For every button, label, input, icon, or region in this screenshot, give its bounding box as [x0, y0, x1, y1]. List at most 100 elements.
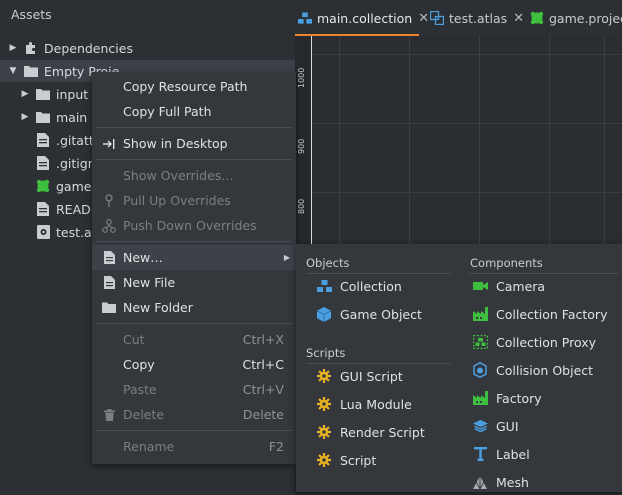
new-item-label: Lua Module: [340, 396, 412, 412]
gui-layers-icon: [472, 418, 488, 434]
file-icon: [36, 133, 50, 147]
menu-separator: [96, 127, 292, 128]
assets-title: Assets: [11, 7, 52, 22]
push-down-icon: [102, 218, 116, 233]
submenu-arrow-icon: ▶: [283, 253, 290, 262]
menu-item-copy-full-path[interactable]: Copy Full Path: [92, 99, 296, 124]
new-item-label: Collection Proxy: [496, 334, 597, 350]
new-item-label: GUI: [496, 418, 519, 434]
menu-item-copy[interactable]: Copy Ctrl+C: [92, 352, 296, 377]
folder-icon: [24, 64, 38, 78]
factory-icon: [472, 390, 488, 406]
expand-arrow-icon[interactable]: ▶: [20, 112, 30, 122]
new-collision-object-item[interactable]: Collision Object: [472, 357, 593, 383]
menu-item-paste: Paste Ctrl+V: [92, 377, 296, 402]
menu-item-label: Copy Full Path: [123, 104, 212, 119]
tree-item-test-appmanifest[interactable]: test.ap: [36, 221, 100, 243]
atlas-icon: [430, 11, 444, 25]
tab-label: main.collection: [317, 10, 413, 26]
new-label-item[interactable]: Label: [472, 441, 530, 467]
grid-line: [295, 192, 622, 193]
new-item-label: Collection Factory: [496, 306, 608, 322]
menu-separator: [96, 241, 292, 242]
tab-main-collection[interactable]: main.collection ✕: [298, 0, 429, 36]
menu-item-shortcut: Delete: [242, 407, 284, 422]
new-camera-item[interactable]: Camera: [472, 273, 545, 299]
new-gui-item[interactable]: GUI: [472, 413, 519, 439]
menu-item-show-overrides: Show Overrides…: [92, 163, 296, 188]
new-collection-factory-item[interactable]: Collection Factory: [472, 301, 607, 327]
grid-line: [549, 36, 550, 244]
game-project-icon: [36, 179, 50, 193]
new-item-label: Camera: [496, 278, 546, 294]
new-game-object-item[interactable]: Game Object: [316, 301, 422, 327]
menu-item-label: Delete: [123, 407, 165, 422]
grid-line: [409, 36, 410, 244]
tab-bar: main.collection ✕ test.atlas ✕ game.proj…: [295, 0, 622, 36]
menu-item-label: Pull Up Overrides: [123, 193, 231, 208]
menu-item-copy-resource-path[interactable]: Copy Resource Path: [92, 74, 296, 99]
close-icon[interactable]: ✕: [513, 11, 524, 26]
new-collection-proxy-item[interactable]: Collection Proxy: [472, 329, 596, 355]
tree-item-dependencies[interactable]: ▶ Dependencies: [8, 37, 133, 59]
tab-game-project[interactable]: game.project: [530, 0, 622, 36]
script-gear-icon: [316, 452, 332, 468]
menu-item-label: Push Down Overrides: [123, 218, 257, 233]
menu-item-shortcut: Ctrl+X: [242, 332, 284, 347]
manifest-icon: [36, 225, 50, 239]
new-lua-module-item[interactable]: Lua Module: [316, 391, 412, 417]
expand-arrow-icon[interactable]: ▶: [20, 89, 30, 99]
new-mesh-item[interactable]: Mesh: [472, 469, 529, 495]
file-icon: [36, 202, 50, 216]
menu-item-new-file[interactable]: New File: [92, 270, 296, 295]
menu-item-shortcut: F2: [268, 439, 284, 454]
new-item-label: Script: [340, 452, 377, 468]
menu-item-label: New File: [123, 275, 176, 290]
new-item-label: Game Object: [340, 306, 422, 322]
new-script-item[interactable]: Script: [316, 447, 376, 473]
label-text-icon: [472, 446, 488, 462]
menu-item-shortcut: Ctrl+C: [242, 357, 284, 372]
new-item-label: Collision Object: [496, 362, 594, 378]
tab-label: test.atlas: [449, 10, 508, 26]
scene-viewport[interactable]: 1000 900 800: [295, 36, 622, 244]
grid-line: [295, 54, 622, 55]
collection-icon: [298, 11, 312, 25]
tab-test-atlas[interactable]: test.atlas ✕: [430, 0, 524, 36]
new-render-script-item[interactable]: Render Script: [316, 419, 425, 445]
mesh-icon: [472, 474, 488, 490]
menu-item-cut: Cut Ctrl+X: [92, 327, 296, 352]
menu-item-new[interactable]: New… ▶: [92, 245, 296, 270]
menu-item-label: Paste: [123, 382, 157, 397]
tree-item-gitattributes[interactable]: .gitattr: [36, 129, 99, 151]
menu-item-show-in-desktop[interactable]: Show in Desktop: [92, 131, 296, 156]
menu-item-label: Show Overrides…: [123, 168, 234, 183]
menu-item-label: Rename: [123, 439, 175, 454]
menu-item-shortcut: Ctrl+V: [242, 382, 284, 397]
new-collection-item[interactable]: Collection: [316, 273, 402, 299]
folder-icon: [36, 110, 50, 124]
collapse-arrow-icon[interactable]: ▼: [8, 66, 18, 76]
ruler-label: 800: [297, 198, 306, 214]
puzzle-icon: [24, 41, 38, 55]
trash-icon: [102, 408, 116, 422]
menu-item-label: Copy Resource Path: [123, 79, 248, 94]
grid-line: [339, 36, 340, 244]
game-project-icon: [530, 11, 544, 25]
game-object-cube-icon: [316, 306, 332, 322]
close-icon[interactable]: ✕: [418, 11, 429, 26]
new-gui-script-item[interactable]: GUI Script: [316, 363, 403, 389]
menu-item-label: New Folder: [123, 300, 193, 315]
tree-item-input[interactable]: ▶ input: [20, 83, 89, 105]
context-menu: Copy Resource Path Copy Full Path Show i…: [92, 72, 296, 464]
menu-item-new-folder[interactable]: New Folder: [92, 295, 296, 320]
reveal-arrow-icon: [102, 137, 116, 151]
new-factory-item[interactable]: Factory: [472, 385, 542, 411]
expand-arrow-icon[interactable]: ▶: [8, 43, 18, 53]
grid-line: [604, 36, 605, 244]
folder-icon: [102, 301, 116, 315]
collection-proxy-icon: [472, 334, 488, 350]
tree-item-label: input: [56, 86, 89, 102]
menu-item-pull-up-overrides: Pull Up Overrides: [92, 188, 296, 213]
tree-item-main[interactable]: ▶ main: [20, 106, 88, 128]
